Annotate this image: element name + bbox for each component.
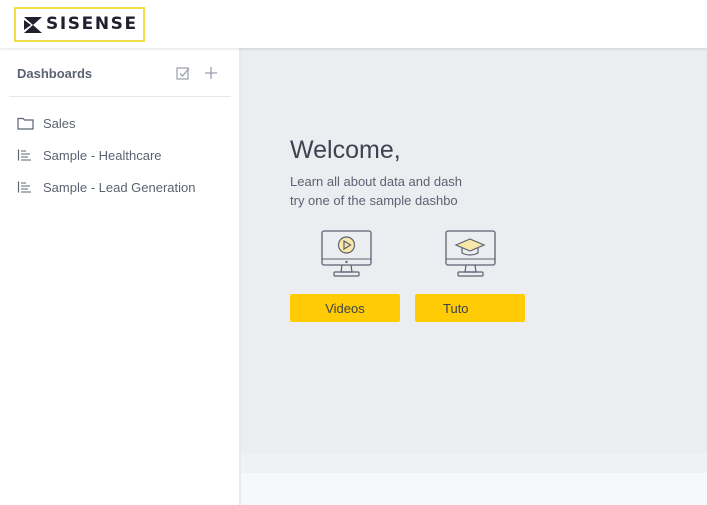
sidebar-item-sales[interactable]: Sales	[0, 107, 239, 139]
lower-panel	[241, 473, 707, 505]
folder-icon	[17, 116, 34, 130]
sidebar-item-label: Sales	[43, 115, 76, 131]
checkbox-icon[interactable]	[176, 66, 190, 80]
sisense-logo-icon	[24, 16, 42, 33]
logo-text: SISENSE	[46, 14, 138, 34]
dashboard-list-icon	[17, 148, 34, 162]
video-monitor-icon	[320, 230, 373, 285]
sidebar-item-sample-lead-generation[interactable]: Sample - Lead Generation	[0, 171, 239, 203]
sidebar-item-label: Sample - Healthcare	[43, 147, 162, 163]
dashboard-list: Sales Sample - Healthcare Sample - Lead …	[0, 107, 239, 203]
plus-icon[interactable]	[204, 66, 218, 80]
top-bar: SISENSE	[0, 0, 707, 48]
sidebar: Dashboards Sales Sample - Healthcare Sam…	[0, 48, 241, 505]
sisense-logo[interactable]: SISENSE	[14, 7, 145, 42]
sidebar-header: Dashboards	[9, 48, 231, 97]
divider-strip	[241, 453, 707, 473]
dashboard-list-icon	[17, 180, 34, 194]
sidebar-title: Dashboards	[17, 66, 93, 81]
tutorials-button[interactable]: Tuto	[415, 294, 525, 322]
videos-button[interactable]: Videos	[290, 294, 400, 322]
sidebar-item-sample-healthcare[interactable]: Sample - Healthcare	[0, 139, 239, 171]
welcome-intro: Learn all about data and dash try one of…	[290, 172, 462, 210]
intro-line-2: try one of the sample dashbo	[290, 193, 458, 208]
welcome-title: Welcome,	[290, 136, 401, 164]
sidebar-item-label: Sample - Lead Generation	[43, 179, 196, 195]
intro-line-1: Learn all about data and dash	[290, 174, 463, 189]
tutorial-monitor-icon	[444, 230, 497, 285]
